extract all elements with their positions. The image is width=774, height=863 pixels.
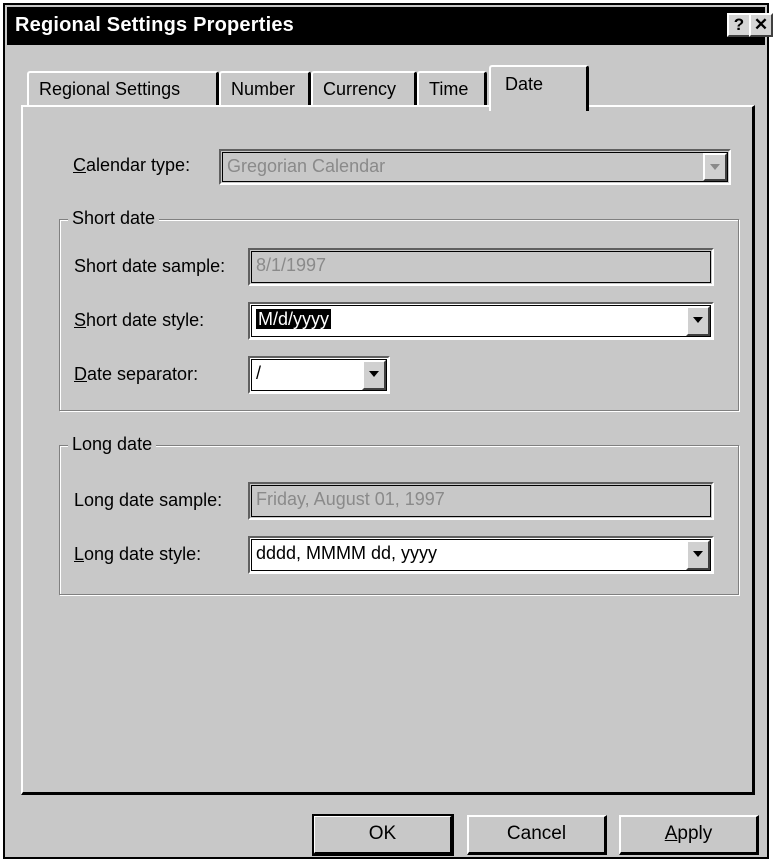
ok-button[interactable]: OK xyxy=(312,814,454,856)
short-date-group-title: Short date xyxy=(68,208,160,229)
tab-time[interactable]: Time xyxy=(417,71,487,105)
chevron-down-icon xyxy=(710,164,720,170)
chevron-down-icon xyxy=(693,551,703,557)
long-date-style-label: Long date style: xyxy=(74,544,202,564)
close-button[interactable]: ✕ xyxy=(749,13,773,37)
apply-button-label-rest: pply xyxy=(677,823,713,844)
regional-settings-dialog: Regional Settings Properties ? ✕ Regiona… xyxy=(3,3,773,859)
apply-button[interactable]: Apply xyxy=(619,815,759,855)
long-date-style-label-text: ong date style: xyxy=(84,544,202,564)
short-date-group: Short date Short date sample: 8/1/1997 S… xyxy=(59,208,739,411)
calendar-type-label-text: alendar type: xyxy=(86,155,191,175)
cancel-button[interactable]: Cancel xyxy=(467,815,607,855)
date-separator-label: Date separator: xyxy=(74,364,199,384)
short-date-sample-field: 8/1/1997 xyxy=(248,248,714,286)
short-date-style-value[interactable]: M/d/yyyy xyxy=(256,309,332,329)
long-date-style-dropdown-button[interactable] xyxy=(686,540,710,570)
tab-number[interactable]: Number xyxy=(219,71,311,105)
short-date-style-combobox[interactable]: M/d/yyyy xyxy=(248,302,714,340)
chevron-down-icon xyxy=(693,317,703,323)
long-date-style-combobox[interactable]: dddd, MMMM dd, yyyy xyxy=(248,536,714,574)
tab-date[interactable]: Date xyxy=(489,65,589,111)
tab-currency[interactable]: Currency xyxy=(311,71,417,105)
long-date-style-value: dddd, MMMM dd, yyyy xyxy=(256,543,438,563)
calendar-type-label: Calendar type: xyxy=(73,155,191,175)
long-date-sample-label: Long date sample: xyxy=(74,490,223,510)
window-title: Regional Settings Properties xyxy=(15,14,294,36)
date-separator-dropdown-button[interactable] xyxy=(362,360,386,390)
help-button[interactable]: ? xyxy=(727,13,751,37)
long-date-group-title: Long date xyxy=(68,434,157,455)
tab-regional-settings[interactable]: Regional Settings xyxy=(27,71,219,105)
short-date-sample-value: 8/1/1997 xyxy=(256,255,327,275)
calendar-type-dropdown-button[interactable] xyxy=(703,153,727,181)
calendar-type-value: Gregorian Calendar xyxy=(227,156,386,176)
apply-button-mnemonic: A xyxy=(664,823,678,844)
short-date-style-label: Short date style: xyxy=(74,310,205,330)
title-bar[interactable]: Regional Settings Properties ? ✕ xyxy=(7,7,773,45)
date-tab-panel: Calendar type: Gregorian Calendar Short … xyxy=(21,105,755,795)
long-date-sample-field: Friday, August 01, 1997 xyxy=(248,482,714,520)
long-date-group: Long date Long date sample: Friday, Augu… xyxy=(59,434,739,595)
short-date-sample-label: Short date sample: xyxy=(74,256,226,276)
date-separator-value: / xyxy=(256,363,262,383)
date-separator-combobox[interactable]: / xyxy=(248,356,390,394)
calendar-type-dropdown[interactable]: Gregorian Calendar xyxy=(219,149,731,185)
short-date-style-dropdown-button[interactable] xyxy=(686,306,710,336)
chevron-down-icon xyxy=(369,371,379,377)
long-date-sample-value: Friday, August 01, 1997 xyxy=(256,489,445,509)
short-date-style-label-text: hort date style: xyxy=(86,310,205,330)
date-separator-label-text: ate separator: xyxy=(87,364,199,384)
